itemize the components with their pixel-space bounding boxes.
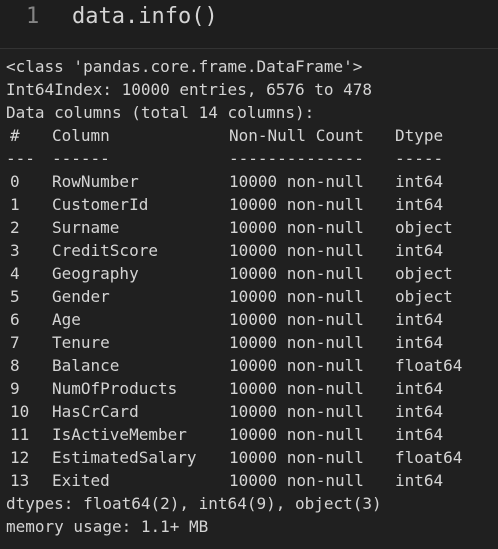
row-index: 6 — [10, 310, 20, 329]
index-line: Int64Index: 10000 entries, 6576 to 478 — [6, 80, 373, 99]
row-dtype: int64 — [395, 241, 444, 260]
row-non-null-count: 10000 non-null — [229, 379, 364, 398]
dtypes-line: dtypes: float64(2), int64(9), object(3) — [6, 494, 382, 513]
row-column-name: Exited — [52, 471, 110, 490]
table-row: 13 Exited 10000 non-null int64 — [0, 470, 498, 492]
row-dtype: int64 — [395, 310, 444, 329]
row-non-null-count: 10000 non-null — [229, 333, 364, 352]
memory-line: memory usage: 1.1+ MB — [6, 517, 209, 536]
row-column-name: Age — [52, 310, 81, 329]
row-column-name: Gender — [52, 287, 110, 306]
row-index: 13 — [10, 471, 30, 490]
table-row: 9 NumOfProducts 10000 non-null int64 — [0, 378, 498, 400]
table-row: 8 Balance 10000 non-null float64 — [0, 355, 498, 377]
header-column: Column — [52, 126, 110, 145]
row-non-null-count: 10000 non-null — [229, 425, 364, 444]
separator-dtype: ----- — [395, 149, 444, 168]
row-column-name: Surname — [52, 218, 120, 237]
header-count: Non-Null Count — [229, 126, 364, 145]
header-dtype: Dtype — [395, 126, 444, 145]
row-non-null-count: 10000 non-null — [229, 356, 364, 375]
row-column-name: Balance — [52, 356, 120, 375]
table-row: 2 Surname 10000 non-null object — [0, 217, 498, 239]
row-non-null-count: 10000 non-null — [229, 402, 364, 421]
cell-divider — [0, 38, 498, 48]
row-dtype: float64 — [395, 448, 463, 467]
cell-output: <class 'pandas.core.frame.DataFrame'> In… — [0, 48, 498, 549]
row-column-name: Tenure — [52, 333, 110, 352]
separator-column: ------ — [52, 149, 110, 168]
separator-count: -------------- — [229, 149, 364, 168]
row-index: 2 — [10, 218, 20, 237]
row-non-null-count: 10000 non-null — [229, 471, 364, 490]
table-row: 12 EstimatedSalary 10000 non-null float64 — [0, 447, 498, 469]
row-index: 8 — [10, 356, 20, 375]
table-separator: --- ------ -------------- ----- — [0, 148, 498, 170]
row-non-null-count: 10000 non-null — [229, 241, 364, 260]
header-index: # — [10, 126, 20, 145]
table-row: 6 Age 10000 non-null int64 — [0, 309, 498, 331]
row-dtype: object — [395, 287, 453, 306]
row-index: 1 — [10, 195, 20, 214]
row-column-name: IsActiveMember — [52, 425, 187, 444]
table-row: 7 Tenure 10000 non-null int64 — [0, 332, 498, 354]
row-column-name: NumOfProducts — [52, 379, 178, 398]
row-column-name: Geography — [52, 264, 139, 283]
class-line: <class 'pandas.core.frame.DataFrame'> — [6, 57, 363, 76]
row-non-null-count: 10000 non-null — [229, 172, 364, 191]
row-non-null-count: 10000 non-null — [229, 310, 364, 329]
row-index: 10 — [10, 402, 30, 421]
row-non-null-count: 10000 non-null — [229, 195, 364, 214]
row-column-name: RowNumber — [52, 172, 139, 191]
table-row: 11 IsActiveMember 10000 non-null int64 — [0, 424, 498, 446]
row-non-null-count: 10000 non-null — [229, 287, 364, 306]
row-non-null-count: 10000 non-null — [229, 264, 364, 283]
line-number: 1 — [26, 4, 40, 29]
row-dtype: object — [395, 264, 453, 283]
row-column-name: CreditScore — [52, 241, 158, 260]
table-row: 1 CustomerId 10000 non-null int64 — [0, 194, 498, 216]
table-row: 3 CreditScore 10000 non-null int64 — [0, 240, 498, 262]
row-dtype: int64 — [395, 333, 444, 352]
row-dtype: float64 — [395, 356, 463, 375]
table-row: 10 HasCrCard 10000 non-null int64 — [0, 401, 498, 423]
row-dtype: object — [395, 218, 453, 237]
row-dtype: int64 — [395, 379, 444, 398]
columns-line: Data columns (total 14 columns): — [6, 103, 315, 122]
row-column-name: CustomerId — [52, 195, 149, 214]
table-header: # Column Non-Null Count Dtype — [0, 125, 498, 147]
row-dtype: int64 — [395, 402, 444, 421]
row-non-null-count: 10000 non-null — [229, 448, 364, 467]
row-dtype: int64 — [395, 195, 444, 214]
row-index: 5 — [10, 287, 20, 306]
row-column-name: EstimatedSalary — [52, 448, 197, 467]
row-index: 12 — [10, 448, 30, 467]
table-row: 5 Gender 10000 non-null object — [0, 286, 498, 308]
separator-index: --- — [6, 149, 35, 168]
row-index: 0 — [10, 172, 20, 191]
row-index: 11 — [10, 425, 30, 444]
row-index: 4 — [10, 264, 20, 283]
table-row: 4 Geography 10000 non-null object — [0, 263, 498, 285]
row-index: 7 — [10, 333, 20, 352]
row-index: 3 — [10, 241, 20, 260]
code-line[interactable]: data.info() — [72, 4, 218, 30]
row-dtype: int64 — [395, 425, 444, 444]
row-column-name: HasCrCard — [52, 402, 139, 421]
table-row: 0 RowNumber 10000 non-null int64 — [0, 171, 498, 193]
row-dtype: int64 — [395, 471, 444, 490]
row-index: 9 — [10, 379, 20, 398]
row-dtype: int64 — [395, 172, 444, 191]
code-cell-input[interactable]: 1 data.info() — [0, 0, 498, 39]
row-non-null-count: 10000 non-null — [229, 218, 364, 237]
